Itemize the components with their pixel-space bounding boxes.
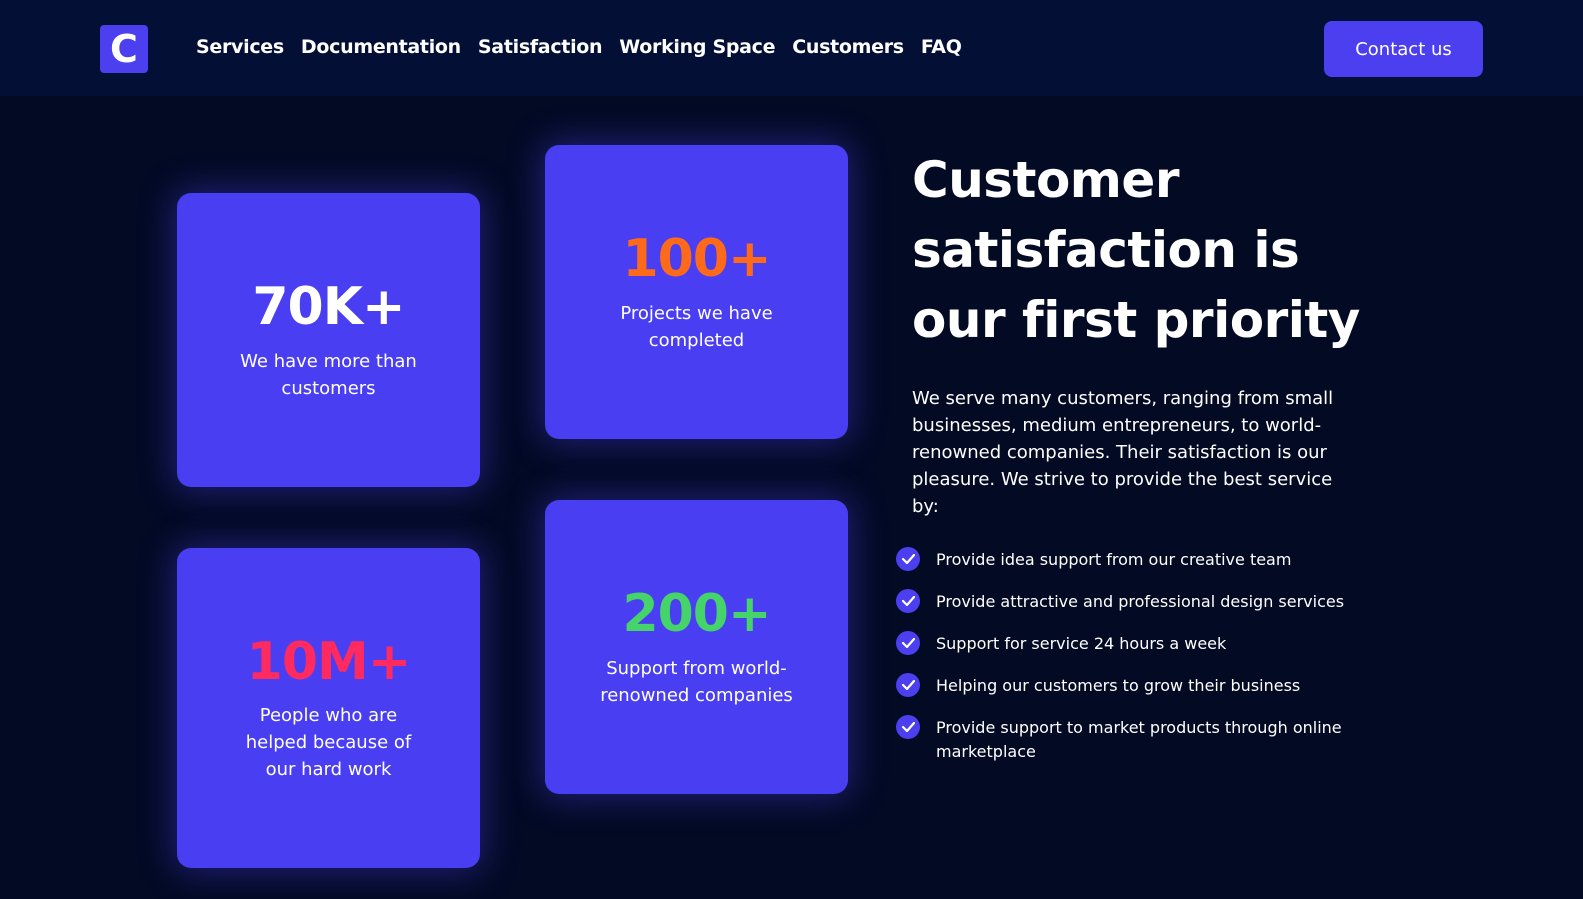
feature-text: Provide support to market products throu…: [936, 718, 1342, 761]
stat-value: 70K+: [252, 277, 405, 338]
section-paragraph: We serve many customers, ranging from sm…: [912, 388, 1334, 517]
nav-link-working-space[interactable]: Working Space: [619, 36, 775, 58]
stat-card-customers: 70K+ We have more than customers: [177, 193, 480, 487]
feature-item: Helping our customers to grow their busi…: [896, 673, 1366, 698]
check-circle-icon: [896, 715, 920, 739]
stat-card-projects: 100+ Projects we have completed: [545, 145, 848, 439]
check-circle-icon: [896, 589, 920, 613]
stat-card-companies: 200+ Support from world-renowned compani…: [545, 500, 848, 794]
section-title: Customer satisfaction is our first prior…: [912, 151, 1360, 349]
check-circle-icon: [896, 631, 920, 655]
navbar: C Services Documentation Satisfaction Wo…: [0, 0, 1583, 96]
feature-text: Support for service 24 hours a week: [936, 634, 1227, 653]
stat-description: People who are helped because of our har…: [245, 705, 412, 781]
feature-item: Provide attractive and professional desi…: [896, 589, 1366, 614]
feature-item: Support for service 24 hours a week: [896, 631, 1366, 656]
stat-description: We have more than customers: [240, 350, 417, 399]
feature-text: Helping our customers to grow their busi…: [936, 676, 1301, 695]
nav-link-satisfaction[interactable]: Satisfaction: [478, 36, 603, 58]
nav-link-customers[interactable]: Customers: [792, 36, 904, 58]
contact-us-button[interactable]: Contact us: [1324, 21, 1483, 77]
stat-card-people-helped: 10M+ People who are helped because of ou…: [177, 548, 480, 868]
feature-item: Provide support to market products throu…: [896, 715, 1366, 764]
feature-item: Provide idea support from our creative t…: [896, 547, 1366, 572]
check-circle-icon: [896, 673, 920, 697]
check-circle-icon: [896, 547, 920, 571]
nav-link-services[interactable]: Services: [196, 36, 284, 58]
feature-text: Provide attractive and professional desi…: [936, 592, 1345, 611]
nav-link-faq[interactable]: FAQ: [921, 36, 962, 58]
nav-links: Services Documentation Satisfaction Work…: [196, 36, 962, 58]
nav-link-documentation[interactable]: Documentation: [301, 36, 461, 58]
stat-value: 100+: [622, 229, 771, 290]
logo-icon[interactable]: C: [100, 25, 148, 73]
stat-description: Projects we have completed: [620, 302, 773, 351]
feature-text: Provide idea support from our creative t…: [936, 550, 1292, 569]
stat-description: Support from world-renowned companies: [600, 657, 793, 706]
stat-value: 10M+: [246, 631, 412, 692]
stat-value: 200+: [622, 584, 771, 645]
feature-list: Provide idea support from our creative t…: [896, 547, 1366, 782]
